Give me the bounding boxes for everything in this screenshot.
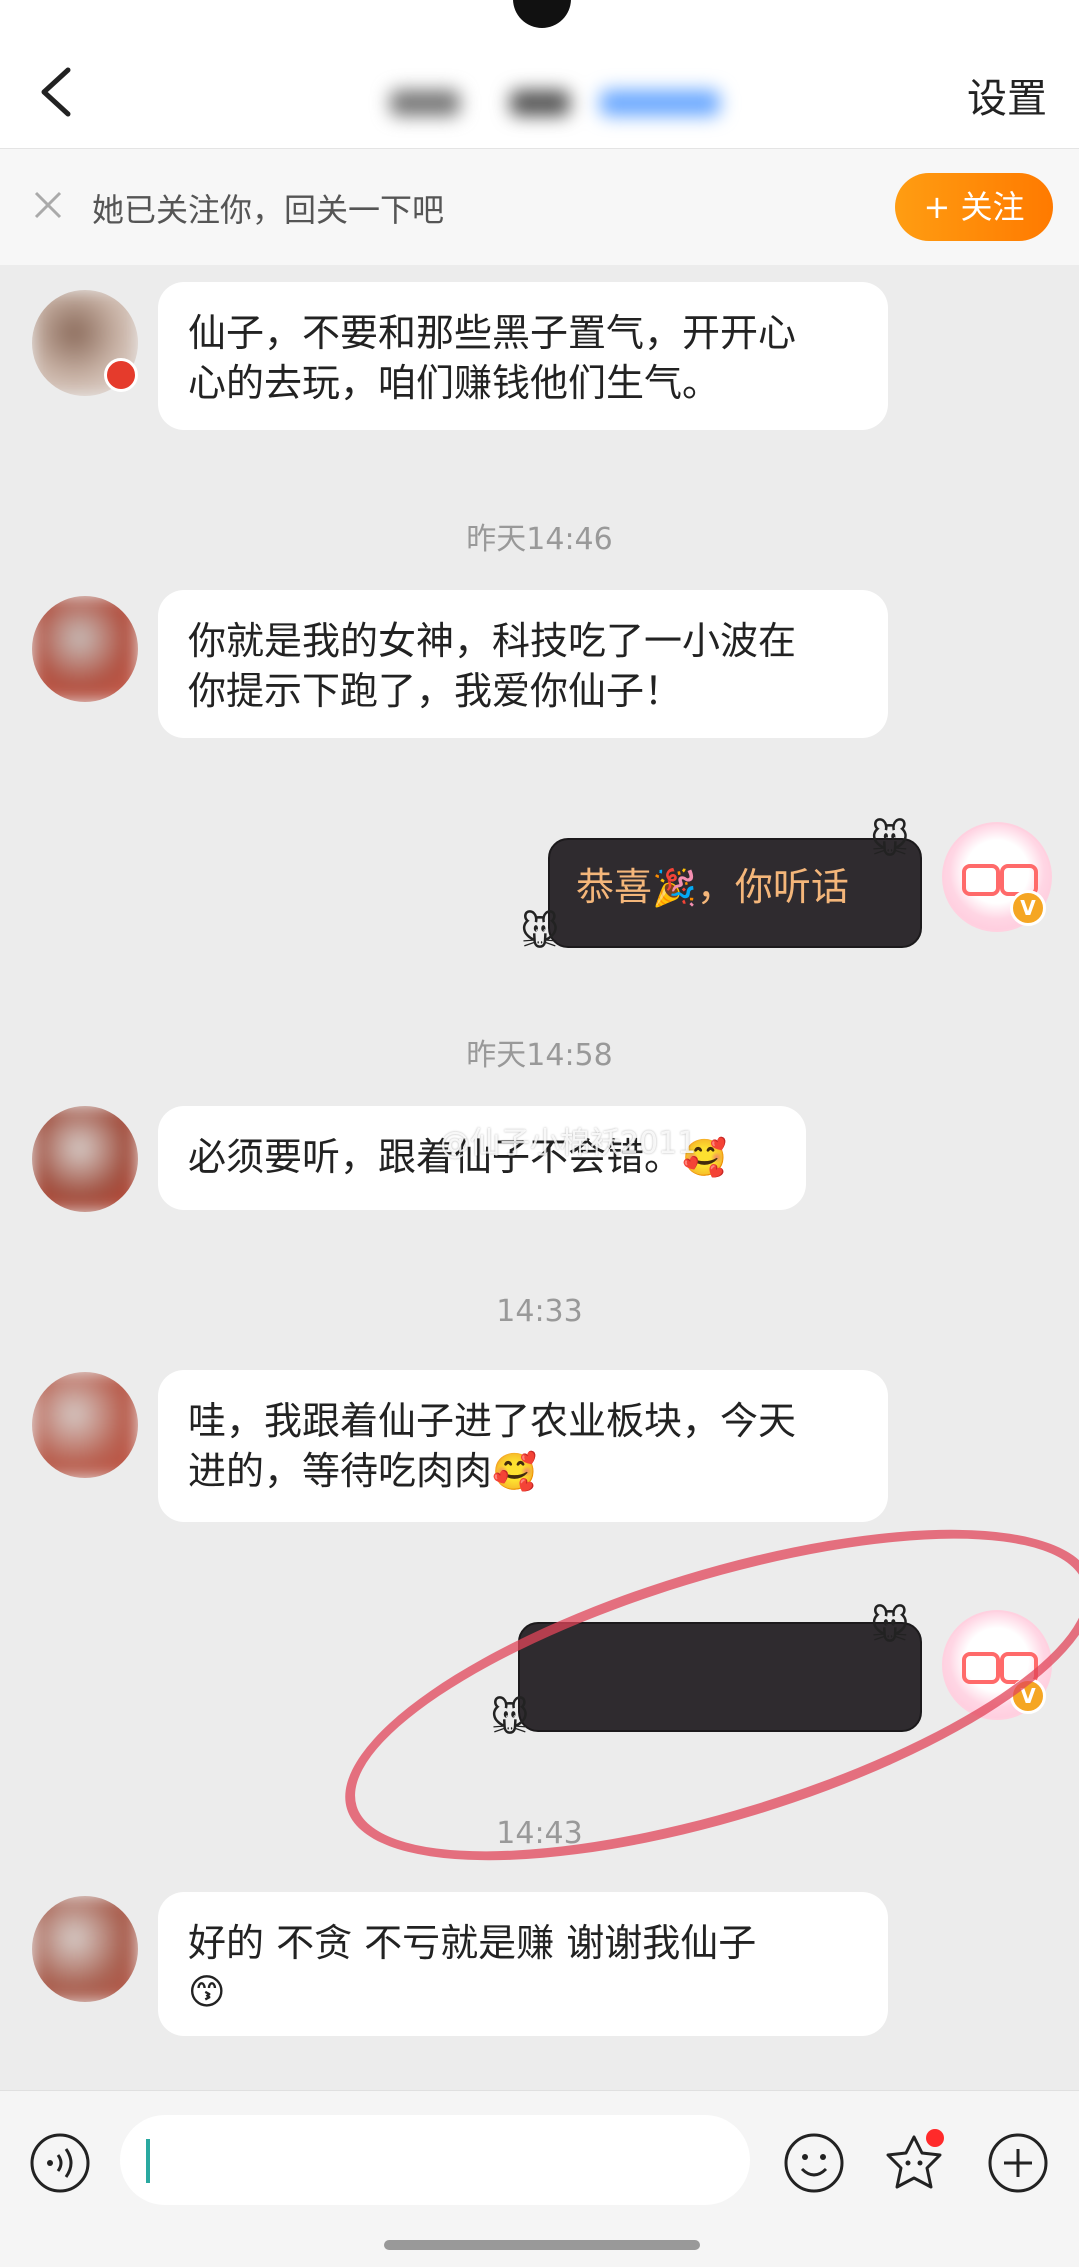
camera-cutout: [513, 0, 571, 28]
party-popper-emoji: 🎉: [652, 868, 697, 909]
settings-button[interactable]: 设置: [967, 66, 1047, 124]
chat-title-blurred: [380, 66, 740, 138]
message-line: 你提示下跑了，我爱你仙子！: [188, 669, 683, 713]
message-bubble[interactable]: 哇，我跟着仙子进了农业板块，今天 进的，等待吃肉肉🥰: [158, 1370, 888, 1522]
text-cursor: [146, 2139, 150, 2183]
plus-icon[interactable]: [986, 2131, 1050, 2195]
watermark-text: @仙子小棉袄2011: [440, 1126, 697, 1161]
contact-avatar[interactable]: [32, 1106, 138, 1212]
my-message-bubble[interactable]: 恭喜🎉，你听话: [548, 838, 922, 948]
message-line: 好的 不贪 不亏就是赚 谢谢我仙子: [188, 1921, 757, 1965]
chat-header: 设置: [0, 40, 1079, 149]
close-icon[interactable]: [30, 187, 66, 223]
back-arrow-icon[interactable]: [30, 62, 90, 122]
message-bubble[interactable]: 仙子，不要和那些黑子置气，开开心 心的去玩，咱们赚钱他们生气。: [158, 282, 888, 430]
message-bubble[interactable]: 好的 不贪 不亏就是赚 谢谢我仙子 😙: [158, 1892, 888, 2036]
message-line: 你就是我的女神，科技吃了一小波在: [188, 619, 797, 663]
highlight-circle-annotation: [310, 1461, 1079, 1929]
contact-avatar[interactable]: [32, 1896, 138, 2002]
follow-button[interactable]: + 关注: [895, 173, 1053, 241]
notification-dot: [926, 2129, 944, 2147]
sticker-button[interactable]: [882, 2129, 946, 2195]
timestamp: 昨天14:46: [466, 522, 613, 557]
smile-emoji: 🥰: [492, 1452, 537, 1493]
status-bar: [0, 0, 1079, 40]
emoji-icon[interactable]: [782, 2131, 846, 2195]
mickey-decoration-icon: 🐭: [870, 818, 910, 862]
badge-icon: [104, 358, 138, 392]
message-input[interactable]: [120, 2115, 750, 2205]
timestamp: 14:43: [496, 1816, 583, 1851]
message-line: 仙子，不要和那些黑子置气，开开心: [188, 311, 797, 355]
minnie-decoration-icon: 🐭: [520, 910, 560, 954]
vip-badge-icon: V: [1010, 890, 1046, 926]
timestamp: 昨天14:58: [466, 1038, 613, 1073]
voice-icon[interactable]: [28, 2131, 92, 2195]
follow-prompt-text: 她已关注你，回关一下吧: [92, 191, 445, 229]
home-indicator: [384, 2240, 700, 2250]
message-line: 进的，等待吃肉肉: [188, 1449, 493, 1493]
follow-banner: 她已关注你，回关一下吧 + 关注: [0, 149, 1079, 265]
message-text: ，你听话: [696, 865, 849, 909]
message-text: 恭喜: [576, 865, 653, 909]
kiss-emoji: 😙: [188, 1972, 226, 2013]
message-line: 心的去玩，咱们赚钱他们生气。: [188, 361, 721, 405]
contact-avatar[interactable]: [32, 1372, 138, 1478]
message-bubble[interactable]: 你就是我的女神，科技吃了一小波在 你提示下跑了，我爱你仙子！: [158, 590, 888, 738]
message-line: 哇，我跟着仙子进了农业板块，今天: [188, 1399, 797, 1443]
timestamp: 14:33: [496, 1294, 583, 1329]
contact-avatar[interactable]: [32, 596, 138, 702]
